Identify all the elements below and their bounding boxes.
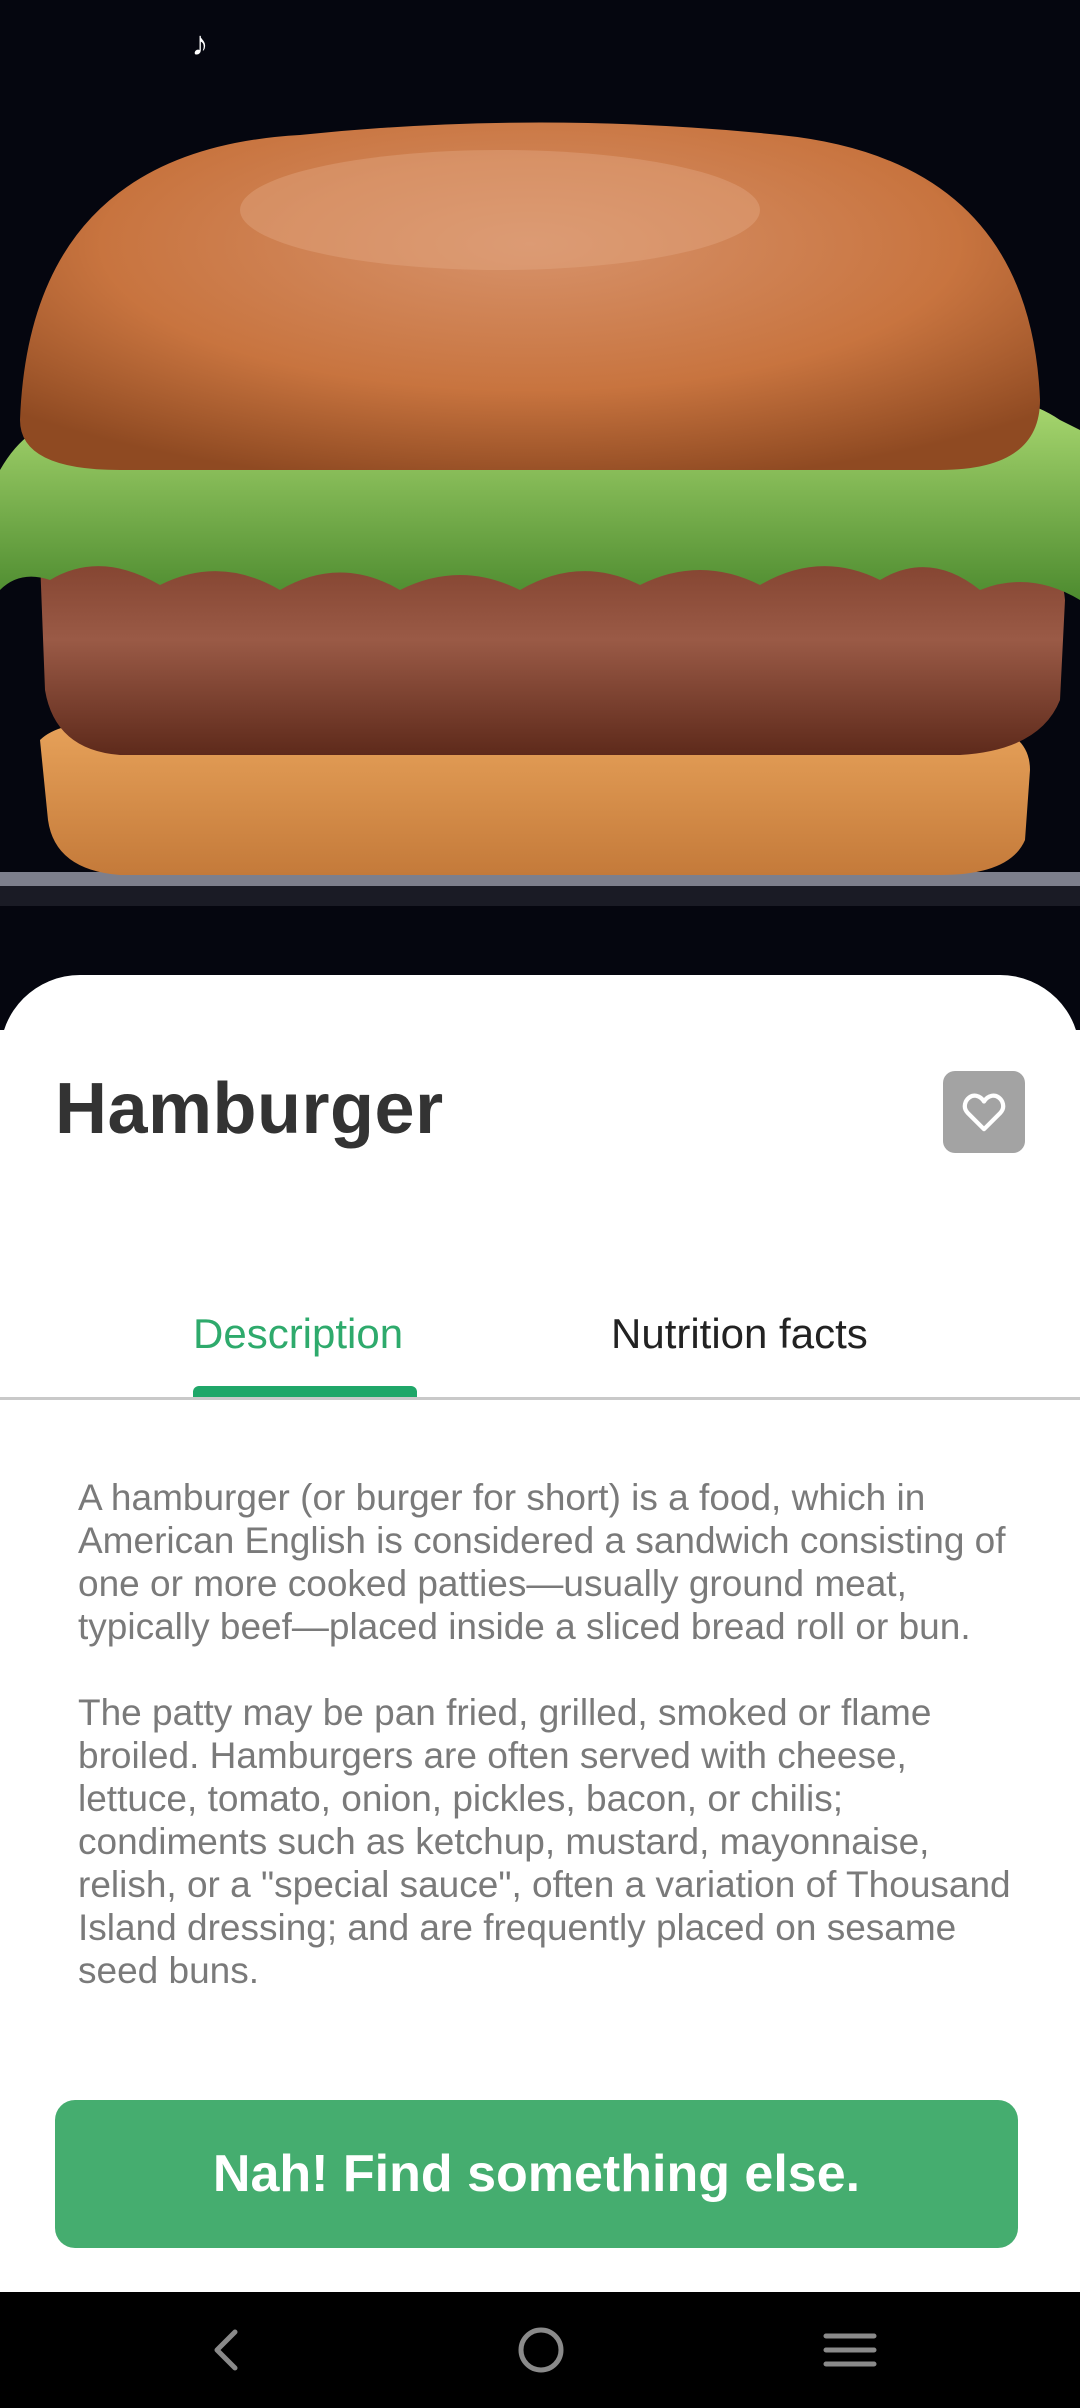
back-icon[interactable] (197, 2320, 257, 2380)
find-something-else-button[interactable]: Nah! Find something else. (55, 2100, 1018, 2248)
tiktok-icon: ♪ (191, 25, 209, 63)
hamburger-illustration (0, 0, 1080, 1030)
home-icon[interactable] (511, 2320, 571, 2380)
description-paragraph: The patty may be pan fried, grilled, smo… (78, 1692, 1011, 1991)
food-title: Hamburger (55, 1069, 444, 1149)
favorite-button[interactable] (943, 1071, 1025, 1153)
heart-icon (962, 1093, 1006, 1132)
tab-description[interactable]: Description (193, 1310, 403, 1358)
tab-nutrition-facts[interactable]: Nutrition facts (611, 1310, 868, 1358)
description-paragraph: A hamburger (or burger for short) is a f… (78, 1477, 1006, 1647)
food-detail-screen: ♪ Hamburger Description Nutrition facts … (0, 0, 1080, 2408)
tab-divider (0, 1397, 1080, 1400)
system-nav-bar (0, 2292, 1080, 2408)
description-text: A hamburger (or burger for short) is a f… (78, 1476, 1018, 2035)
hero-image: ♪ (0, 0, 1080, 1030)
tab-bar: Description Nutrition facts (0, 1290, 1080, 1400)
menu-icon[interactable] (820, 2320, 880, 2380)
